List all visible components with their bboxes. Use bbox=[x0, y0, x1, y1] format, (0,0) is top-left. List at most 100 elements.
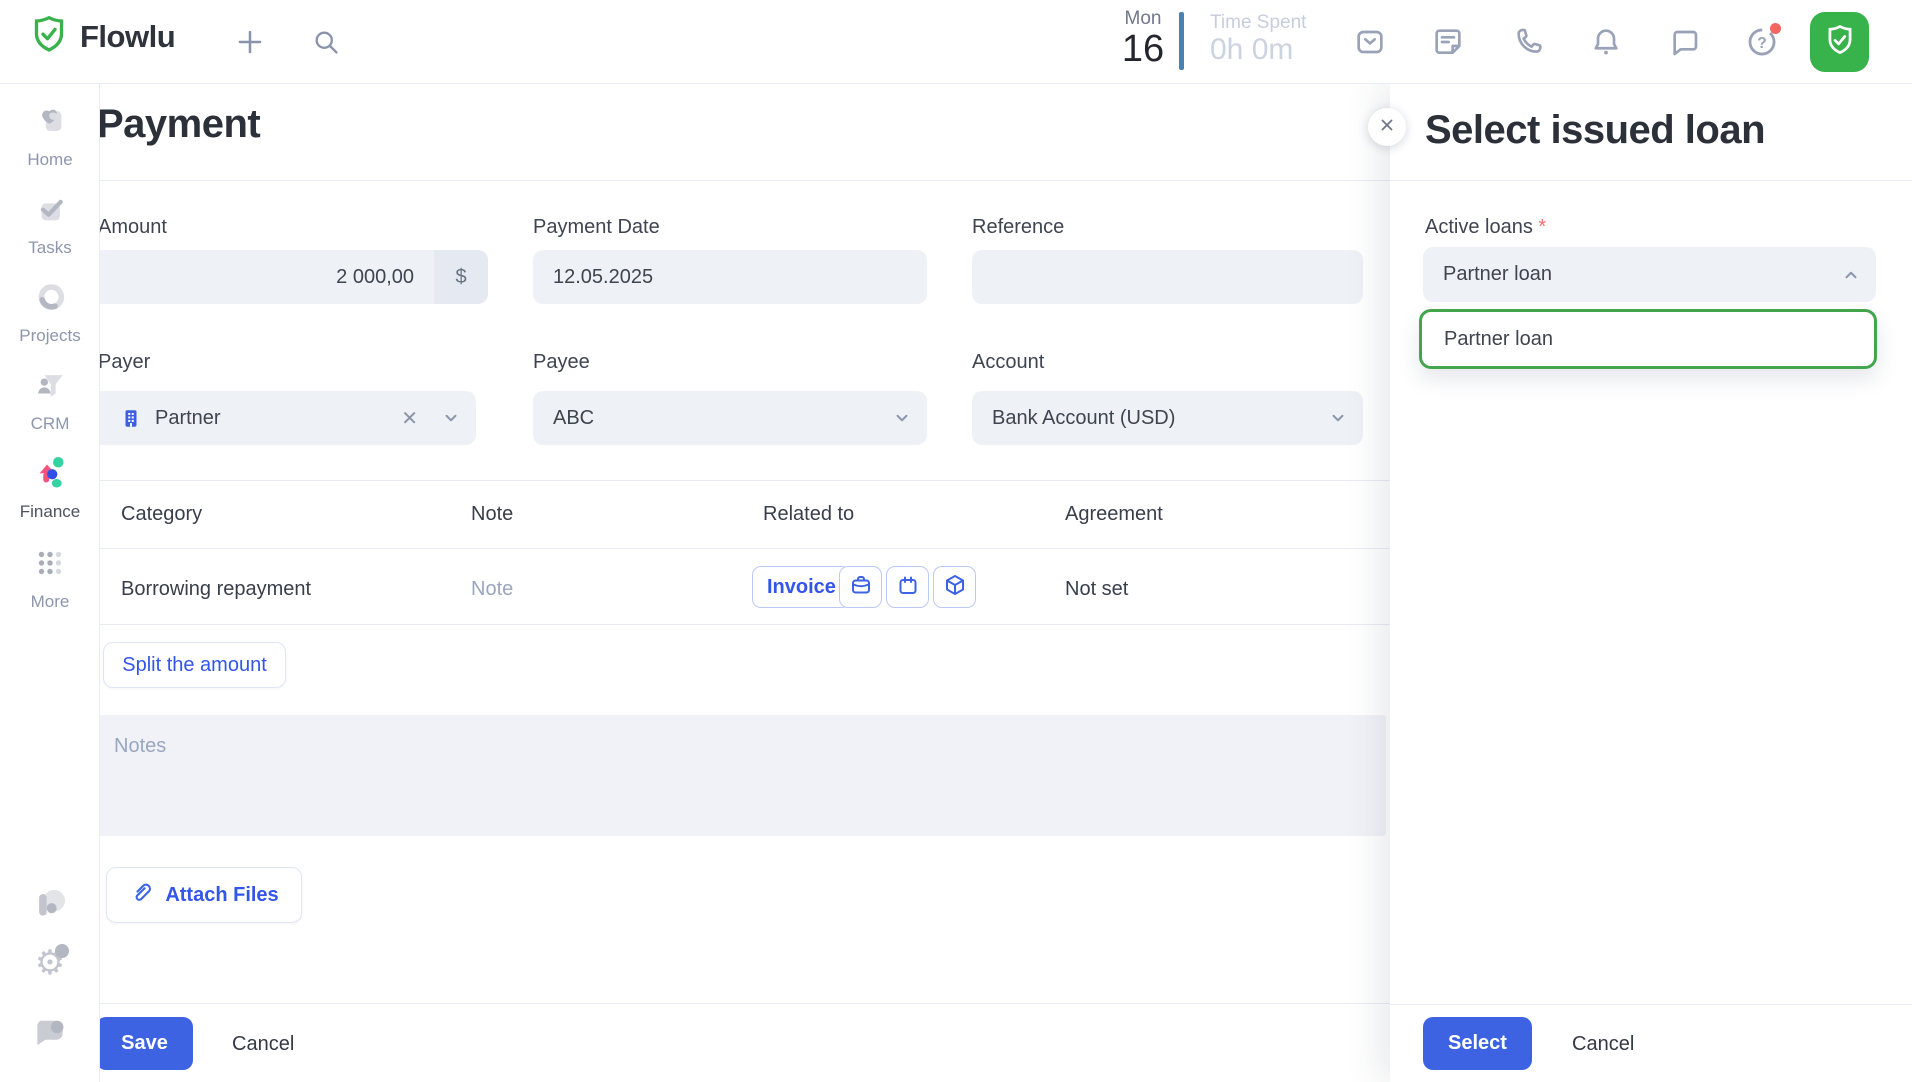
page-title: Payment bbox=[100, 102, 261, 146]
calendar-icon bbox=[896, 573, 920, 602]
gear-icon: ⚙ bbox=[35, 944, 70, 980]
active-loans-label-text: Active loans bbox=[1425, 216, 1533, 238]
svg-text:?: ? bbox=[1757, 35, 1767, 52]
sidebar-item-crm[interactable]: CRM bbox=[0, 368, 100, 434]
sidebar-partner-button[interactable] bbox=[0, 884, 100, 929]
account-chevron-down-icon[interactable] bbox=[1329, 409, 1347, 427]
flowlu-app-button[interactable] bbox=[1810, 12, 1869, 72]
sidebar-item-tasks[interactable]: Tasks bbox=[0, 192, 100, 258]
amount-input[interactable]: 2 000,00 bbox=[100, 250, 434, 304]
help-button[interactable]: ? bbox=[1734, 0, 1790, 84]
time-spent-value: 0h 0m bbox=[1210, 33, 1294, 66]
related-briefcase-button[interactable] bbox=[839, 566, 882, 608]
note-icon bbox=[1432, 26, 1464, 58]
payee-value: ABC bbox=[553, 406, 595, 429]
flowlu-app: Flowlu Mon 16 Time Spent 0h 0m ? Home Ta… bbox=[0, 0, 1912, 1082]
payee-select[interactable]: ABC bbox=[533, 391, 927, 445]
notes-button[interactable] bbox=[1420, 0, 1476, 84]
search-icon bbox=[312, 28, 340, 56]
paperclip-icon bbox=[129, 880, 153, 910]
payer-clear-icon[interactable]: ✕ bbox=[401, 406, 418, 431]
payee-label: Payee bbox=[533, 351, 590, 373]
notifications-button[interactable] bbox=[1578, 0, 1634, 84]
reference-label: Reference bbox=[972, 216, 1065, 238]
sidebar-item-home[interactable]: Home bbox=[0, 104, 100, 170]
related-event-button[interactable] bbox=[886, 566, 929, 608]
sidebar-item-more[interactable]: More bbox=[0, 546, 100, 612]
chat-bubble-icon bbox=[31, 1012, 69, 1055]
sidebar-feedback-button[interactable] bbox=[0, 1012, 100, 1055]
briefcase-icon bbox=[849, 573, 873, 602]
sidebar-label-home: Home bbox=[27, 150, 73, 169]
currency-symbol: $ bbox=[455, 265, 467, 288]
topbar: Flowlu Mon 16 Time Spent 0h 0m ? bbox=[0, 0, 1912, 84]
bell-icon bbox=[1590, 26, 1622, 58]
table-header-divider bbox=[100, 548, 1390, 549]
calls-button[interactable] bbox=[1500, 0, 1556, 84]
building-icon bbox=[120, 407, 142, 429]
panel-footer-divider bbox=[1390, 1004, 1912, 1005]
mail-icon bbox=[1354, 26, 1386, 58]
payment-date-input[interactable]: 12.05.2025 bbox=[533, 250, 927, 304]
account-select[interactable]: Bank Account (USD) bbox=[972, 391, 1363, 445]
close-panel-button[interactable] bbox=[1368, 108, 1406, 146]
col-header-note: Note bbox=[471, 503, 514, 525]
loan-dropdown-option[interactable]: Partner loan bbox=[1419, 309, 1877, 369]
brand-logo[interactable]: Flowlu bbox=[30, 14, 176, 59]
payer-select[interactable]: Partner ✕ bbox=[100, 391, 476, 445]
save-button[interactable]: Save bbox=[100, 1017, 193, 1070]
time-spent[interactable]: Time Spent 0h 0m bbox=[1210, 12, 1306, 66]
payment-cancel-button[interactable]: Cancel bbox=[232, 1033, 294, 1056]
payer-chevron-down-icon[interactable] bbox=[442, 409, 460, 427]
row-note-placeholder[interactable]: Note bbox=[471, 578, 513, 601]
chat-icon bbox=[1668, 26, 1700, 58]
active-loans-select[interactable]: Partner loan bbox=[1423, 247, 1876, 302]
notes-textarea[interactable]: Notes bbox=[100, 715, 1386, 836]
attach-files-button[interactable]: Attach Files bbox=[106, 867, 302, 923]
loan-cancel-button[interactable]: Cancel bbox=[1572, 1033, 1634, 1056]
plus-icon bbox=[235, 27, 265, 57]
shield-check-icon bbox=[1823, 23, 1857, 62]
sidebar-label-crm: CRM bbox=[30, 414, 70, 433]
reference-input[interactable] bbox=[972, 250, 1363, 304]
account-value: Bank Account (USD) bbox=[992, 406, 1176, 429]
active-loans-label: Active loans * bbox=[1425, 216, 1546, 239]
sidebar-label-tasks: Tasks bbox=[28, 238, 72, 257]
sidebar-item-finance[interactable]: Finance bbox=[0, 454, 100, 522]
payment-date-value: 12.05.2025 bbox=[553, 265, 654, 288]
split-amount-button[interactable]: Split the amount bbox=[103, 642, 286, 688]
footer-divider bbox=[100, 1003, 1390, 1004]
search-button[interactable] bbox=[298, 0, 354, 84]
related-product-button[interactable] bbox=[933, 566, 976, 608]
more-grid-icon bbox=[33, 546, 67, 585]
table-bottom-divider bbox=[100, 624, 1390, 625]
amount-value: 2 000,00 bbox=[336, 265, 414, 288]
amount-label: Amount bbox=[100, 216, 167, 238]
flowlu-shield-icon bbox=[30, 14, 68, 59]
messages-button[interactable] bbox=[1656, 0, 1712, 84]
date-divider-bar bbox=[1179, 12, 1184, 70]
sidebar-item-projects[interactable]: Projects bbox=[0, 280, 100, 346]
row-agreement-value[interactable]: Not set bbox=[1065, 578, 1128, 601]
attach-files-label: Attach Files bbox=[165, 883, 279, 906]
col-header-agreement: Agreement bbox=[1065, 503, 1163, 525]
header-divider bbox=[100, 180, 1390, 181]
home-icon bbox=[33, 104, 67, 143]
close-icon bbox=[1378, 116, 1396, 139]
invoice-button[interactable]: Invoice bbox=[752, 566, 851, 608]
add-button[interactable] bbox=[222, 0, 278, 84]
cube-icon bbox=[943, 573, 967, 602]
payee-chevron-down-icon[interactable] bbox=[893, 409, 911, 427]
date-number: 16 bbox=[1121, 28, 1165, 70]
payer-value: Partner bbox=[155, 406, 221, 429]
crm-icon bbox=[33, 368, 67, 407]
select-button[interactable]: Select bbox=[1423, 1017, 1532, 1070]
brand-name: Flowlu bbox=[80, 18, 176, 54]
payer-label: Payer bbox=[100, 351, 151, 373]
calendar-date[interactable]: Mon 16 bbox=[1108, 8, 1178, 68]
select-issued-loan-panel: Select issued loan Active loans * Partne… bbox=[1368, 84, 1912, 1082]
sidebar-settings-button[interactable]: ⚙ bbox=[0, 944, 100, 980]
mail-button[interactable] bbox=[1342, 0, 1398, 84]
help-alert-dot bbox=[1770, 23, 1781, 34]
row-category-value[interactable]: Borrowing repayment bbox=[121, 578, 311, 601]
